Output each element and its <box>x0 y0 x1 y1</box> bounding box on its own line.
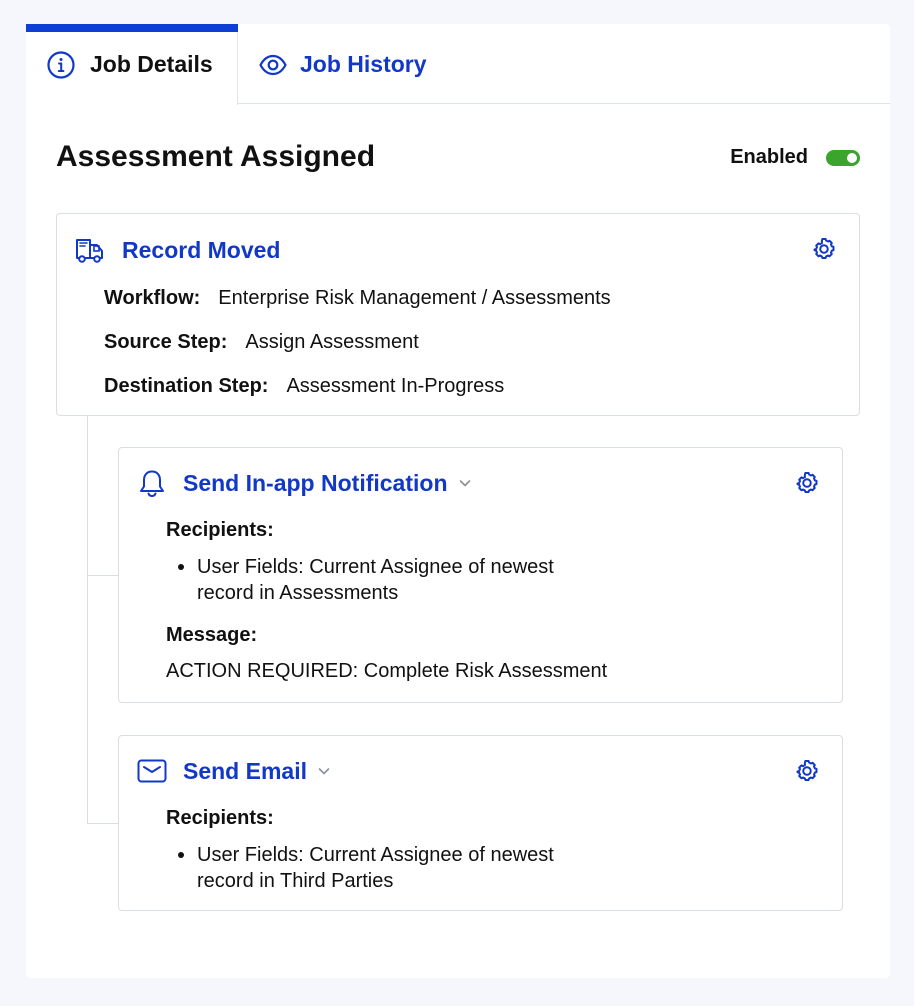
action-settings-gear-icon[interactable] <box>792 468 822 498</box>
toggle-label: Enabled <box>730 146 808 168</box>
action-title: Send In-app Notification <box>183 469 448 496</box>
tree-branch <box>87 575 118 576</box>
bullet <box>178 852 184 858</box>
action-title: Send Email <box>183 757 307 784</box>
tab-bar: Job Details Job History <box>26 24 890 105</box>
tab-label: Job History <box>300 51 427 77</box>
workflow-row: Workflow: Enterprise Risk Management / As… <box>104 287 611 310</box>
action-card-send-email: Send Email Recipients: User Fields: Curr… <box>118 735 843 911</box>
recipient-line: User Fields: Current Assignee of newest <box>197 844 554 866</box>
tree-branch <box>87 823 118 824</box>
action-settings-gear-icon[interactable] <box>792 756 822 786</box>
recipient-line: record in Assessments <box>197 582 399 604</box>
chevron-down-icon[interactable] <box>458 478 472 488</box>
envelope-icon <box>137 756 167 786</box>
info-icon <box>46 50 76 80</box>
recipients-label: Recipients: <box>166 519 274 541</box>
workflow-value: Enterprise Risk Management / Assessments <box>218 287 611 309</box>
trigger-card: Record Moved Workflow: Enterprise Risk Ma… <box>56 213 860 416</box>
chevron-down-icon[interactable] <box>317 766 331 776</box>
destination-step-label: Destination Step: <box>104 375 269 397</box>
tab-job-history[interactable]: Job History <box>258 24 427 105</box>
trigger-header: Record Moved <box>75 234 280 266</box>
trigger-settings-gear-icon[interactable] <box>809 234 839 264</box>
recipient-line: User Fields: Current Assignee of newest <box>197 556 554 578</box>
page-title: Assessment Assigned <box>56 140 376 173</box>
enabled-toggle[interactable] <box>826 149 860 166</box>
eye-icon <box>258 50 288 80</box>
bell-icon <box>137 468 167 498</box>
tree-connector <box>87 416 88 824</box>
action-header: Send In-app Notification <box>137 468 472 498</box>
message-value: ACTION REQUIRED: Complete Risk Assessmen… <box>166 660 608 682</box>
workflow-label: Workflow: <box>104 287 201 309</box>
destination-step-value: Assessment In-Progress <box>286 375 505 397</box>
trigger-title: Record Moved <box>122 236 281 263</box>
action-card-in-app-notification: Send In-app Notification Recipients: Use… <box>118 447 843 703</box>
source-step-label: Source Step: <box>104 331 228 353</box>
job-panel: Job Details Job History Assessment Assig… <box>26 24 890 978</box>
tab-divider <box>238 103 890 104</box>
tab-label: Job Details <box>90 51 213 77</box>
tab-job-details[interactable]: Job Details <box>26 24 238 105</box>
recipients-label: Recipients: <box>166 807 274 829</box>
enabled-toggle-group: Enabled <box>730 146 860 169</box>
destination-step-row: Destination Step: Assessment In-Progress <box>104 375 504 398</box>
recipient-line: record in Third Parties <box>197 870 394 892</box>
message-label: Message: <box>166 624 258 646</box>
action-header: Send Email <box>137 756 331 786</box>
source-step-value: Assign Assessment <box>245 331 419 353</box>
truck-icon <box>75 234 109 266</box>
bullet <box>178 564 184 570</box>
source-step-row: Source Step: Assign Assessment <box>104 331 419 354</box>
